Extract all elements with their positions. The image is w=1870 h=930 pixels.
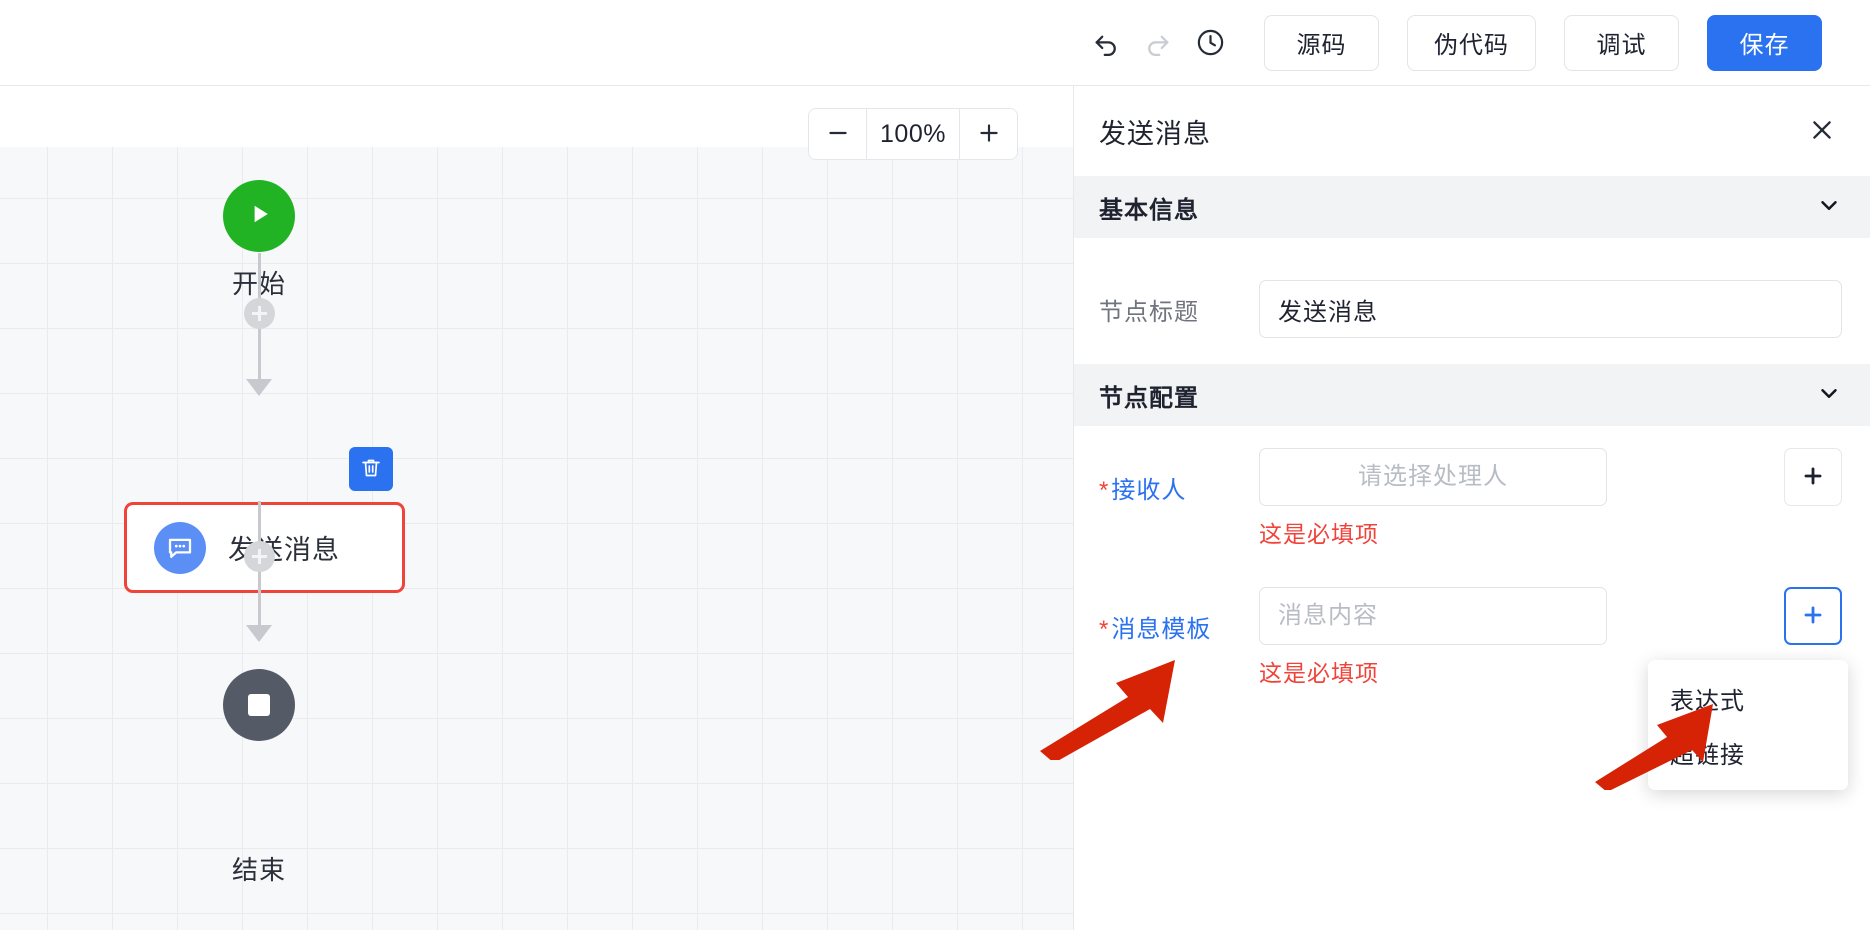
section-body-basic-info: 节点标题 [1074,238,1870,364]
plus-icon [1800,602,1826,631]
node-properties-panel: 发送消息 基本信息 节点标题 发送消息 节点配置 *接收人 请选择处理人 这是必… [1073,86,1870,930]
message-bubble-icon [154,521,206,574]
save-button[interactable]: 保存 [1707,14,1822,71]
plus-icon [1800,463,1826,492]
section-header-basic-info[interactable]: 基本信息 [1074,176,1870,238]
redo-icon [1143,28,1173,58]
flow-canvas-area: 100% 开始 [0,86,1073,930]
delete-node-button[interactable] [349,447,393,491]
receiver-input[interactable] [1259,448,1607,506]
label-node-title: 节点标题 [1099,298,1199,326]
workflow-designer: 源码 伪代码 调试 保存 100% 发送消息 结束 发送消息 基本信息 节点标题… [0,0,1870,930]
undo-icon [1091,28,1121,58]
trash-icon [359,456,383,483]
add-node-button-1[interactable] [244,298,275,329]
form-row-node-title: 节点标题 [1074,260,1870,358]
redo-button[interactable] [1132,17,1184,69]
panel-close-button[interactable] [1802,111,1842,151]
add-node-button-2[interactable] [244,541,275,572]
label-message-template: *消息模板 [1099,587,1259,644]
top-toolbar: 源码 伪代码 调试 保存 [0,0,1870,86]
close-icon [1808,116,1836,147]
flow-node-end-label: 结束 [231,855,286,885]
required-asterisk: * [1099,477,1110,504]
connector-arrowhead-1 [246,379,272,396]
required-asterisk: * [1099,616,1110,643]
label-message-template-text: 消息模板 [1111,616,1212,643]
source-code-button[interactable]: 源码 [1264,14,1379,71]
label-receiver: *接收人 [1099,448,1259,505]
play-icon [244,199,274,234]
label-receiver-text: 接收人 [1111,477,1187,504]
message-template-add-button[interactable] [1784,587,1842,645]
zoom-in-button[interactable] [959,109,1017,159]
canvas-grid[interactable]: 开始 发送消息 [0,147,1073,930]
zoom-out-button[interactable] [809,109,867,159]
plus-icon [976,120,1002,149]
receiver-add-button[interactable] [1784,448,1842,506]
dropdown-item-hyperlink[interactable]: 超链接 [1648,725,1848,779]
connector-arrowhead-2 [246,625,272,642]
field-spacer [1074,549,1870,587]
zoom-control: 100% [808,108,1018,160]
flow-node-end[interactable] [223,669,295,741]
undo-button[interactable] [1080,17,1132,69]
form-row-receiver: *接收人 这是必填项 [1074,448,1870,549]
dropdown-item-expression[interactable]: 表达式 [1648,671,1848,725]
zoom-level-value: 100% [880,119,946,148]
section-title-basic-info: 基本信息 [1099,196,1199,224]
stop-square-icon [248,694,270,716]
flow-diagram: 开始 发送消息 [0,147,1073,930]
panel-title: 发送消息 [1099,118,1211,149]
receiver-error-message: 这是必填项 [1259,521,1379,547]
insert-type-dropdown: 表达式 超链接 [1648,660,1848,790]
chevron-down-icon [1816,380,1842,411]
pseudo-code-button[interactable]: 伪代码 [1407,14,1536,71]
debug-button[interactable]: 调试 [1564,14,1679,71]
node-title-input[interactable] [1259,280,1842,338]
message-template-input[interactable] [1259,587,1607,645]
clock-history-icon [1195,27,1226,58]
section-body-node-config: *接收人 这是必填项 [1074,426,1870,694]
panel-header: 发送消息 [1074,86,1870,176]
history-button[interactable] [1184,17,1236,69]
chevron-down-icon [1816,192,1842,223]
section-header-node-config[interactable]: 节点配置 [1074,364,1870,426]
flow-node-start[interactable] [223,180,295,252]
minus-icon [825,120,851,149]
section-title-node-config: 节点配置 [1099,384,1199,412]
